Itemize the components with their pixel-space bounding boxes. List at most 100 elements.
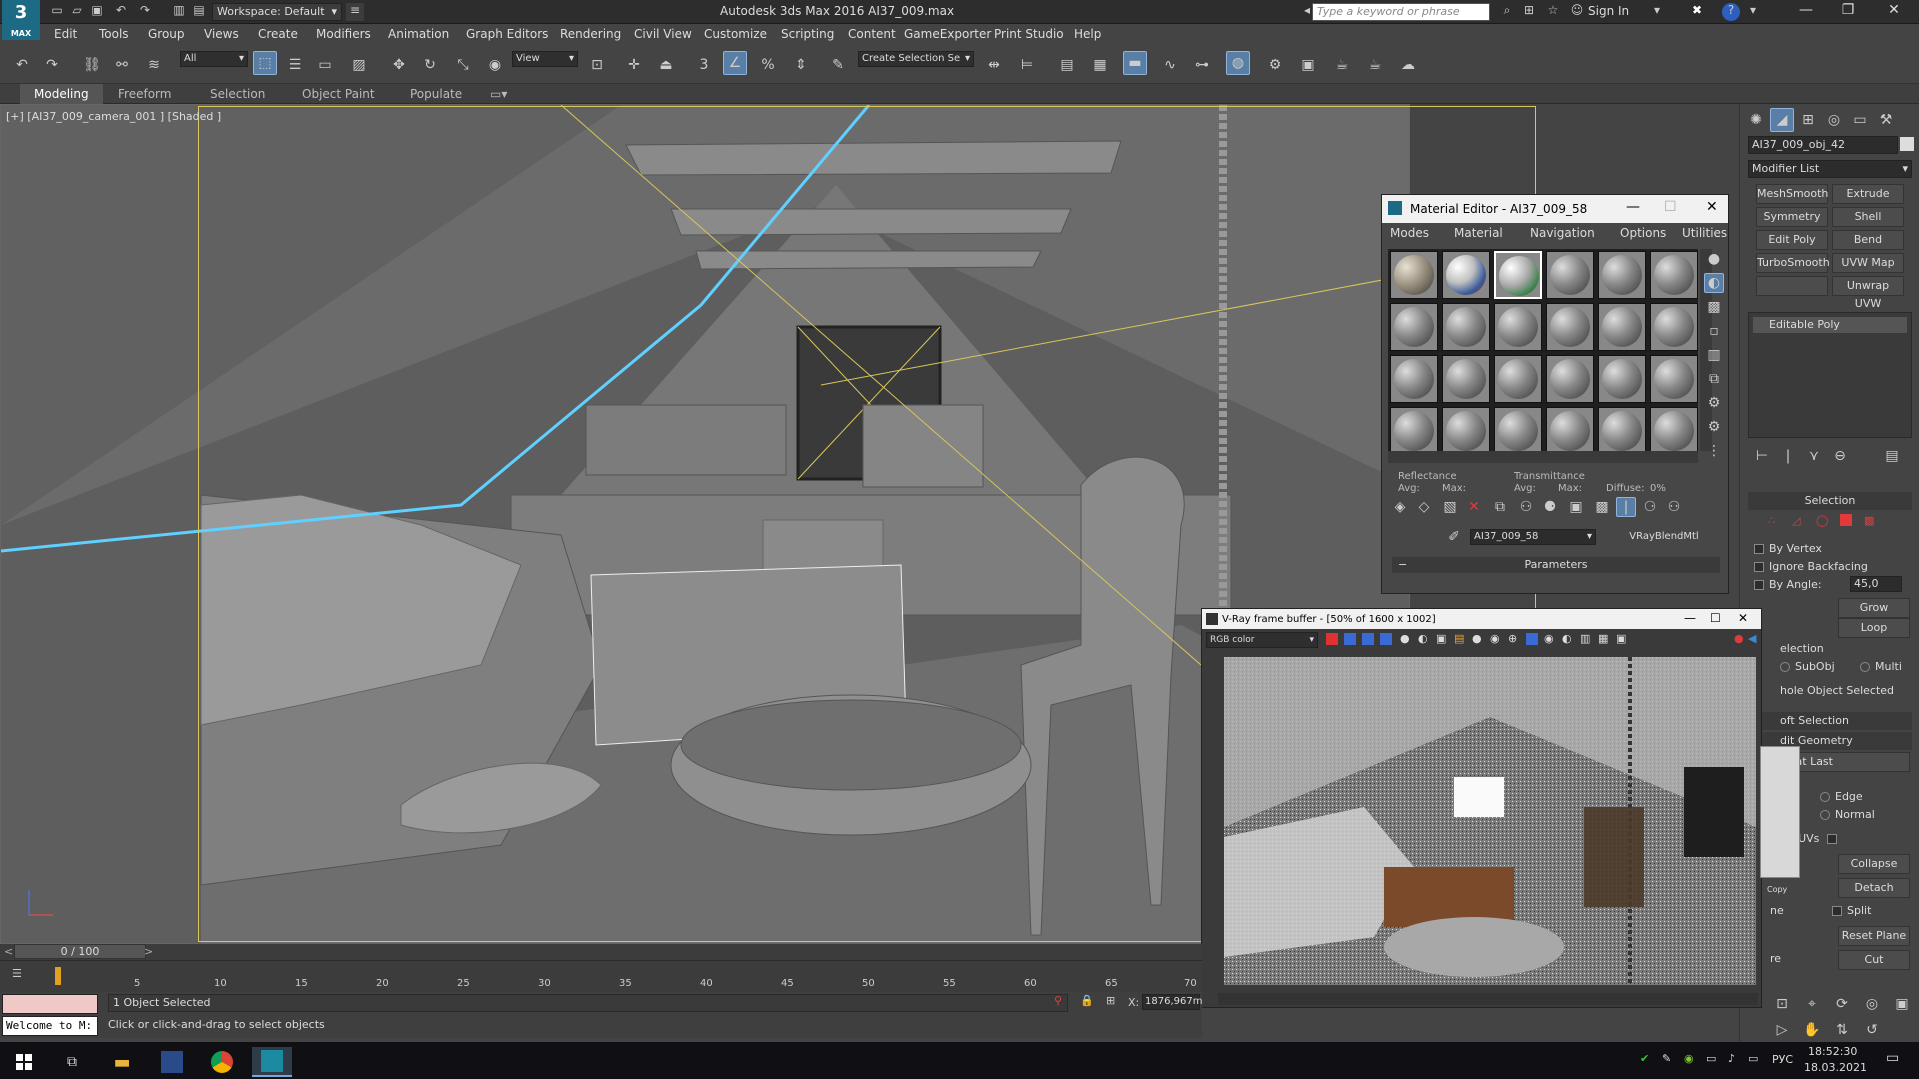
get-material-icon[interactable]: ◈: [1390, 497, 1410, 517]
modifier-turbosmooth-button[interactable]: TurboSmooth: [1756, 253, 1830, 273]
screen-icon[interactable]: ▤: [190, 3, 208, 21]
help-icon[interactable]: ?: [1722, 3, 1740, 21]
alpha-channel-icon[interactable]: [1380, 633, 1392, 645]
modifier-meshsmooth-button[interactable]: MeshSmooth: [1756, 184, 1828, 204]
close-icon[interactable]: ✕: [1706, 199, 1718, 215]
lens-effects-icon[interactable]: ◐: [1562, 632, 1572, 645]
orbit-icon[interactable]: ⟳: [1830, 992, 1854, 1016]
material-editor-icon[interactable]: ◍: [1226, 51, 1250, 75]
roll-camera-icon[interactable]: ↺: [1860, 1018, 1884, 1042]
selection-filter-dropdown[interactable]: All ▾: [180, 51, 248, 67]
motion-tab-icon[interactable]: ◎: [1822, 108, 1846, 132]
notifications-icon[interactable]: ▭: [1886, 1050, 1899, 1066]
collapse-button[interactable]: Collapse: [1838, 854, 1910, 874]
material-sample-slot[interactable]: [1650, 355, 1698, 403]
minimize-icon[interactable]: —: [1684, 611, 1696, 625]
polygon-icon[interactable]: [1840, 514, 1852, 526]
render-cloud-icon[interactable]: ☁: [1396, 53, 1420, 77]
percent-snap-icon[interactable]: %: [756, 53, 780, 77]
material-sample-slot[interactable]: [1390, 251, 1438, 299]
window-crossing-icon[interactable]: ▨: [347, 53, 371, 77]
element-icon[interactable]: ▩: [1864, 514, 1874, 527]
truck-camera-icon[interactable]: ▷: [1770, 1018, 1794, 1042]
object-name-field[interactable]: AI37_009_obj_42: [1748, 136, 1898, 154]
zoom-vfb-icon[interactable]: ⊕: [1508, 632, 1517, 645]
viewport-label[interactable]: [+] [AI37_009_camera_001 ] [Shaded ]: [6, 110, 221, 123]
menu-animation[interactable]: Animation: [388, 27, 449, 41]
restore-icon[interactable]: ❐: [1828, 2, 1868, 22]
tab-freeform[interactable]: Freeform: [118, 87, 171, 101]
curve-editor-icon[interactable]: ∿: [1158, 53, 1182, 77]
time-forward-icon[interactable]: >: [144, 945, 153, 958]
loop-button[interactable]: Loop: [1838, 618, 1910, 638]
clear-image-icon[interactable]: ▤: [1454, 632, 1464, 645]
edge-icon[interactable]: ◿: [1792, 514, 1800, 527]
make-unique-icon[interactable]: ⋎: [1802, 444, 1826, 468]
material-sample-slot[interactable]: [1390, 303, 1438, 351]
select-place-icon[interactable]: ◉: [483, 53, 507, 77]
menu-civil-view[interactable]: Civil View: [634, 27, 692, 41]
redo-icon[interactable]: ↷: [136, 3, 154, 21]
spinner-snap-icon[interactable]: ⇕: [789, 53, 813, 77]
make-copy-icon[interactable]: ⧉: [1490, 497, 1510, 517]
background-icon[interactable]: ▩: [1704, 297, 1724, 317]
redo-icon[interactable]: ↷: [40, 53, 64, 77]
history-icon[interactable]: ▦: [1598, 632, 1608, 645]
reference-coordinate-dropdown[interactable]: View ▾: [512, 51, 578, 67]
by-angle-checkbox[interactable]: By Angle:: [1754, 578, 1822, 591]
workspace-dropdown[interactable]: Workspace: Default ▾: [212, 3, 342, 21]
field-of-view-icon[interactable]: ◎: [1860, 992, 1884, 1016]
maximize-viewport-icon[interactable]: ▣: [1890, 992, 1914, 1016]
project-folder-icon[interactable]: ▥: [170, 3, 188, 21]
render-setup-icon[interactable]: ⚙: [1263, 53, 1287, 77]
dropdown-icon[interactable]: ▾: [1648, 3, 1666, 21]
select-object-icon[interactable]: ⬚: [253, 51, 277, 75]
display-tab-icon[interactable]: ▭: [1848, 108, 1872, 132]
select-manipulate-icon[interactable]: ✛: [622, 53, 646, 77]
region-render-icon[interactable]: [1526, 633, 1538, 645]
configure-sets-icon[interactable]: ▤: [1880, 444, 1904, 468]
close-icon[interactable]: ✕: [1874, 2, 1914, 22]
minimize-icon[interactable]: —: [1786, 2, 1826, 22]
material-sample-slot[interactable]: [1494, 303, 1542, 351]
modifier-list-dropdown[interactable]: Modifier List ▾: [1748, 160, 1912, 178]
menu-tools[interactable]: Tools: [99, 27, 129, 41]
create-tab-icon[interactable]: ✺: [1744, 108, 1768, 132]
rendered-frame-window-icon[interactable]: ▣: [1296, 53, 1320, 77]
hierarchy-tab-icon[interactable]: ⊞: [1796, 108, 1820, 132]
stop-render-icon[interactable]: ●: [1734, 632, 1744, 645]
material-sample-slot[interactable]: [1598, 407, 1646, 455]
file-explorer-icon[interactable]: ▬: [102, 1047, 142, 1077]
modifier-symmetry-button[interactable]: Symmetry: [1756, 207, 1828, 227]
material-sample-slot[interactable]: [1494, 407, 1542, 455]
normal-radio[interactable]: Normal: [1820, 808, 1875, 821]
3ds-max-taskbar-icon[interactable]: [252, 1047, 292, 1077]
scene-explorer-icon[interactable]: ▦: [1088, 53, 1112, 77]
layer-manager-icon[interactable]: ▤: [1055, 53, 1079, 77]
current-frame-marker[interactable]: [55, 967, 61, 985]
tray-display-icon[interactable]: ▭: [1748, 1052, 1758, 1065]
material-sample-slot[interactable]: [1650, 407, 1698, 455]
menu-dropdown-icon[interactable]: ≡: [346, 3, 364, 21]
time-slider[interactable]: < 0 / 100 >: [0, 944, 1202, 960]
make-preview-icon[interactable]: ⧉: [1704, 369, 1724, 389]
bind-space-warp-icon[interactable]: ≋: [142, 53, 166, 77]
put-to-scene-icon[interactable]: ◇: [1414, 497, 1434, 517]
material-sample-slot[interactable]: [1442, 251, 1490, 299]
monochrome-icon[interactable]: ●: [1400, 632, 1410, 645]
render-iterative-icon[interactable]: ☕: [1363, 53, 1387, 77]
maximize-icon[interactable]: ☐: [1664, 199, 1677, 215]
vfb-render-image[interactable]: [1224, 657, 1756, 985]
save-icon[interactable]: ▣: [88, 3, 106, 21]
material-sample-slot[interactable]: [1546, 355, 1594, 403]
save-image-icon[interactable]: ◐: [1418, 632, 1428, 645]
pin-stack-icon[interactable]: ⊢: [1750, 444, 1774, 468]
render-production-icon[interactable]: ☕: [1330, 53, 1354, 77]
modifier-empty-button[interactable]: [1756, 276, 1828, 296]
stack-item-editable-poly[interactable]: Editable Poly: [1753, 317, 1907, 333]
vertex-icon[interactable]: ∴: [1768, 514, 1775, 527]
ribbon-toggle-icon[interactable]: ▬: [1123, 51, 1147, 75]
slots-horizontal-scrollbar[interactable]: [1388, 451, 1698, 463]
tab-object-paint[interactable]: Object Paint: [302, 87, 375, 101]
material-sample-slot[interactable]: [1546, 303, 1594, 351]
